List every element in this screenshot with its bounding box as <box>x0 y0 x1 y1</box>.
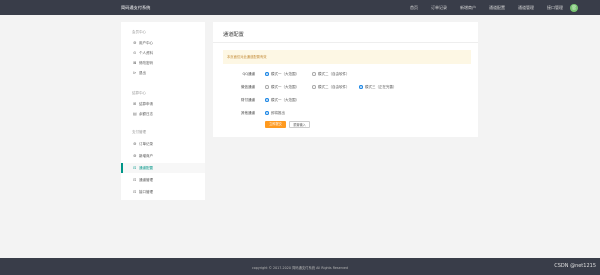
radio-option[interactable]: 模式一（大范围） <box>265 96 299 104</box>
footer: copyright © 2017-2020 简码通支付系统 All Rights… <box>0 258 600 275</box>
nav-add-merchant[interactable]: 新增商户 <box>460 5 476 11</box>
sidebar-item-add-merchant[interactable]: ⊚ 新增商户 <box>121 151 205 161</box>
sidebar-item-label: 通道配置 <box>139 166 153 170</box>
radio-option[interactable]: 模式三（正在完善） <box>359 83 397 91</box>
profile-icon: ⊙ <box>133 50 137 55</box>
sidebar-group-title: 会员中心 <box>132 30 146 34</box>
radio-option[interactable]: 模式一（大范围） <box>265 70 299 78</box>
channel-manage-icon: ⊡ <box>133 177 137 182</box>
form-label: 微信通道 <box>241 85 255 89</box>
avatar[interactable]: 官 <box>570 3 578 12</box>
sidebar-item-api-manage[interactable]: ⊡ 接口管理 <box>121 187 205 197</box>
channel-config-icon: ⊡ <box>133 165 137 170</box>
reset-button[interactable]: 重置输入 <box>289 121 310 128</box>
sidebar-item-change-password[interactable]: ⊠ 修改密码 <box>121 58 205 68</box>
nav-channel-manage[interactable]: 通道管理 <box>518 5 534 11</box>
sidebar: 会员中心 ⊚ 用户中心 ⊙ 个人资料 ⊠ 修改密码 ⊳ 退出 结算中心 ⊞ 结算… <box>121 22 205 200</box>
watermark: CSDN @net1215 <box>554 263 596 269</box>
radio-unchecked-icon <box>312 72 316 76</box>
radio-option[interactable]: 模式二（自由软件） <box>312 83 350 91</box>
radio-option[interactable]: 模式二（自由软件） <box>312 70 350 78</box>
radio-unchecked-icon <box>265 85 269 89</box>
option-label: 即将推出 <box>271 111 285 115</box>
notice-banner: 本页面仅对此通道配置有效 <box>223 50 471 64</box>
form-row-tenpay: 财付通道 模式一（大范围） <box>213 96 478 104</box>
sidebar-item-channel-manage[interactable]: ⊡ 通道管理 <box>121 175 205 185</box>
sidebar-group-title: 支付管理 <box>132 130 146 134</box>
copyright-text: copyright © 2017-2020 简码通支付系统 All Rights… <box>251 266 349 270</box>
sidebar-item-label: 用户中心 <box>139 41 153 45</box>
order-icon: ⊚ <box>133 141 137 146</box>
sidebar-item-user-center[interactable]: ⊚ 用户中心 <box>121 38 205 48</box>
radio-checked-icon <box>265 72 269 76</box>
submit-button[interactable]: 立即提交 <box>265 121 286 128</box>
channel-config-panel: 通道配置 本页面仅对此通道配置有效 QQ通道 模式一（大范围） 模式二（自由软件… <box>213 22 478 137</box>
sidebar-item-label: 订单记录 <box>139 142 153 146</box>
sidebar-item-label: 个人资料 <box>139 51 153 55</box>
nav-api-manage[interactable]: 接口管理 <box>547 5 563 11</box>
option-label: 模式二（自由软件） <box>318 72 350 76</box>
radio-unchecked-icon <box>312 85 316 89</box>
option-label: 模式一（大范围） <box>271 98 299 102</box>
sidebar-item-label: 结算申请 <box>139 102 153 106</box>
title-divider <box>213 42 478 43</box>
form-label: QQ通道 <box>242 72 255 76</box>
radio-checked-icon <box>265 98 269 102</box>
nav-orders[interactable]: 订单记录 <box>431 5 447 11</box>
option-label: 模式一（大范围） <box>271 72 299 76</box>
radio-option[interactable]: 模式一（大范围） <box>265 83 299 91</box>
option-label: 模式二（自由软件） <box>318 85 350 89</box>
sidebar-item-label: 退出 <box>139 71 146 75</box>
sidebar-group-title: 结算中心 <box>132 91 146 95</box>
option-label: 模式三（正在完善） <box>365 85 397 89</box>
sidebar-item-label: 修改密码 <box>139 61 153 65</box>
sidebar-item-label: 新增商户 <box>139 154 153 158</box>
radio-checked-icon <box>359 85 363 89</box>
option-label: 模式一（大范围） <box>271 85 299 89</box>
merchant-icon: ⊚ <box>133 153 137 158</box>
top-navbar: 简码通支付系统 首页 订单记录 新增商户 通道配置 通道管理 接口管理 官 <box>0 0 600 15</box>
form-label: 其他通道 <box>241 111 255 115</box>
brand-title[interactable]: 简码通支付系统 <box>121 5 150 11</box>
radio-checked-icon <box>265 111 269 115</box>
sidebar-item-label: 通道管理 <box>139 178 153 182</box>
sidebar-item-settle-apply[interactable]: ⊞ 结算申请 <box>121 99 205 109</box>
nav-home[interactable]: 首页 <box>410 5 418 11</box>
logout-icon: ⊳ <box>133 70 137 75</box>
form-row-qq: QQ通道 模式一（大范围） 模式二（自由软件） <box>213 70 478 78</box>
nav-channel-config[interactable]: 通道配置 <box>489 5 505 11</box>
lock-icon: ⊠ <box>133 60 137 65</box>
sidebar-item-profile[interactable]: ⊙ 个人资料 <box>121 48 205 58</box>
record-icon: ▤ <box>133 111 137 116</box>
form-label: 财付通道 <box>241 98 255 102</box>
user-circle-icon: ⊚ <box>133 40 137 45</box>
form-row-other: 其他通道 即将推出 <box>213 109 478 117</box>
page-title: 通道配置 <box>223 32 244 38</box>
sidebar-item-label: 接口管理 <box>139 190 153 194</box>
api-icon: ⊡ <box>133 189 137 194</box>
sidebar-item-logout[interactable]: ⊳ 退出 <box>121 68 205 78</box>
sidebar-item-channel-config[interactable]: ⊡ 通道配置 <box>121 163 205 173</box>
sidebar-item-label: 余额日志 <box>139 112 153 116</box>
form-row-wechat: 微信通道 模式一（大范围） 模式二（自由软件） 模式三（正在完善） <box>213 83 478 91</box>
radio-option[interactable]: 即将推出 <box>265 109 285 117</box>
settle-icon: ⊞ <box>133 101 137 106</box>
sidebar-item-balance-log[interactable]: ▤ 余额日志 <box>121 109 205 119</box>
sidebar-item-orders[interactable]: ⊚ 订单记录 <box>121 139 205 149</box>
top-nav: 首页 订单记录 新增商户 通道配置 通道管理 接口管理 官 <box>397 0 578 15</box>
